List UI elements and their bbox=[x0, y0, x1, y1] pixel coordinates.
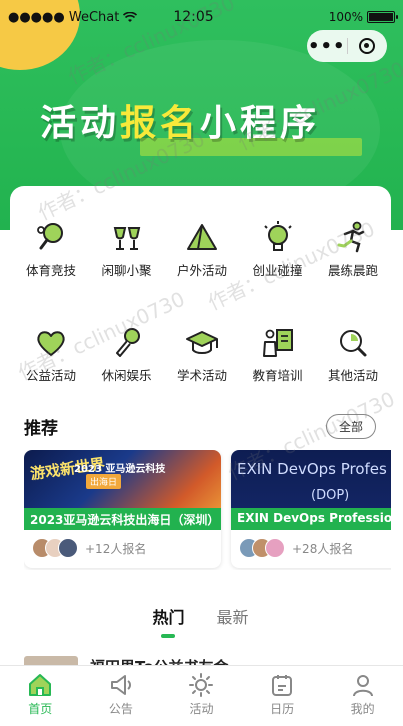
category-morning-run[interactable]: 晨练晨跑 bbox=[324, 220, 382, 279]
attendee-avatars bbox=[32, 538, 78, 558]
tabbar-mine[interactable]: 我的 bbox=[322, 666, 403, 726]
event-title: 2023亚马逊云科技出海日（深圳） bbox=[24, 508, 221, 530]
category-academic[interactable]: 学术活动 bbox=[173, 325, 231, 384]
more-button[interactable]: ••• bbox=[307, 36, 347, 57]
status-bar: ●●●●● WeChat 12:05 100% bbox=[0, 0, 403, 34]
tabbar-notice[interactable]: 公告 bbox=[81, 666, 162, 726]
runner-icon bbox=[337, 221, 365, 253]
graduation-cap-icon bbox=[186, 331, 218, 354]
signup-count: +28人报名 bbox=[292, 541, 354, 556]
category-grid: 体育竞技 闲聊小聚 户外活动 创业碰撞 晨练晨跑 公益活动 休闲娱乐 学术活动 … bbox=[22, 220, 382, 430]
ping-pong-icon bbox=[37, 223, 63, 250]
user-icon bbox=[352, 675, 373, 697]
active-tab-indicator bbox=[161, 634, 176, 638]
calendar-icon bbox=[272, 675, 293, 696]
event-title: EXIN DevOps Professional bbox=[231, 508, 391, 530]
tab-latest[interactable]: 最新 bbox=[217, 604, 249, 638]
carrier-label: ●●●●● WeChat bbox=[8, 9, 120, 25]
cheers-icon bbox=[113, 227, 140, 250]
view-all-button[interactable]: 全部 bbox=[325, 414, 376, 439]
category-outdoor[interactable]: 户外活动 bbox=[173, 220, 231, 279]
feed-tabs: 热门 最新 bbox=[10, 604, 391, 638]
tabbar-calendar[interactable]: 日历 bbox=[242, 666, 323, 726]
category-sports[interactable]: 体育竞技 bbox=[22, 220, 80, 279]
recommend-card[interactable]: 游戏新世界 2023 亚马逊云科技 出海日 2023亚马逊云科技出海日（深圳） … bbox=[24, 450, 221, 568]
search-icon bbox=[340, 330, 367, 357]
avatar bbox=[58, 538, 78, 558]
recommend-header: 推荐 全部 bbox=[24, 414, 376, 439]
signup-count: +12人报名 bbox=[85, 541, 147, 556]
close-target-icon bbox=[359, 38, 376, 54]
category-chat[interactable]: 闲聊小聚 bbox=[98, 220, 156, 279]
recommend-title: 推荐 bbox=[24, 419, 58, 439]
banner-title: 活动报名小程序 bbox=[40, 102, 321, 144]
home-icon bbox=[29, 674, 52, 696]
avatar bbox=[265, 538, 285, 558]
microphone-icon bbox=[115, 328, 140, 357]
close-button[interactable] bbox=[347, 38, 387, 54]
lightbulb-icon bbox=[263, 221, 292, 251]
battery-icon bbox=[367, 11, 398, 23]
tent-icon bbox=[187, 224, 217, 250]
category-leisure[interactable]: 休闲娱乐 bbox=[98, 325, 156, 384]
category-other[interactable]: 其他活动 bbox=[324, 325, 382, 384]
sun-icon bbox=[189, 673, 214, 697]
battery-percent: 100% bbox=[328, 10, 363, 24]
tabbar-home[interactable]: 首页 bbox=[0, 666, 81, 726]
megaphone-icon bbox=[110, 675, 131, 695]
teacher-icon bbox=[262, 329, 293, 357]
category-education[interactable]: 教育培训 bbox=[249, 325, 307, 384]
category-charity[interactable]: 公益活动 bbox=[22, 325, 80, 384]
main-card: 体育竞技 闲聊小聚 户外活动 创业碰撞 晨练晨跑 公益活动 休闲娱乐 学术活动 … bbox=[10, 186, 391, 726]
miniprogram-capsule: ••• bbox=[307, 30, 387, 62]
recommend-carousel[interactable]: 游戏新世界 2023 亚马逊云科技 出海日 2023亚马逊云科技出海日（深圳） … bbox=[24, 450, 391, 570]
attendee-avatars bbox=[239, 538, 285, 558]
category-startup[interactable]: 创业碰撞 bbox=[249, 220, 307, 279]
tabbar-activity[interactable]: 活动 bbox=[161, 666, 242, 726]
tab-hot[interactable]: 热门 bbox=[152, 604, 185, 638]
heart-icon bbox=[37, 331, 65, 356]
recommend-card[interactable]: EXIN DevOps Profes (DOP) EXIN DevOps Pro… bbox=[231, 450, 391, 568]
clock: 12:05 bbox=[173, 9, 214, 25]
bottom-tab-bar: 首页 公告 活动 日历 我的 bbox=[0, 665, 403, 726]
